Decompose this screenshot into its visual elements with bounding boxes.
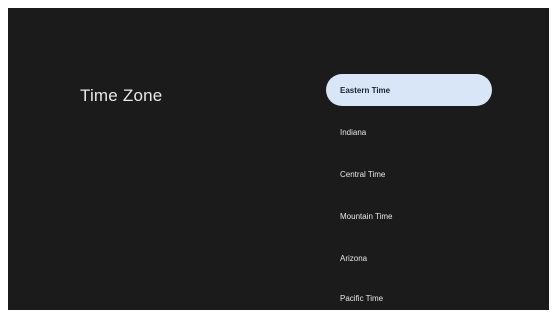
option-label: Eastern Time <box>340 85 391 95</box>
option-mountain-time[interactable]: Mountain Time <box>326 200 492 232</box>
time-zone-option-list: Eastern Time Indiana Central Time Mounta… <box>326 8 546 310</box>
page-title: Time Zone <box>80 86 163 105</box>
option-pacific-time[interactable]: Pacific Time <box>326 282 492 310</box>
option-label: Mountain Time <box>340 211 393 221</box>
option-eastern-time[interactable]: Eastern Time <box>326 74 492 106</box>
option-label: Central Time <box>340 169 386 179</box>
option-indiana[interactable]: Indiana <box>326 116 492 148</box>
option-label: Pacific Time <box>340 293 384 303</box>
option-label: Arizona <box>340 253 368 263</box>
option-arizona[interactable]: Arizona <box>326 242 492 274</box>
option-central-time[interactable]: Central Time <box>326 158 492 190</box>
tv-settings-screen: Time Zone Eastern Time Indiana Central T… <box>8 8 549 310</box>
option-label: Indiana <box>340 127 367 137</box>
